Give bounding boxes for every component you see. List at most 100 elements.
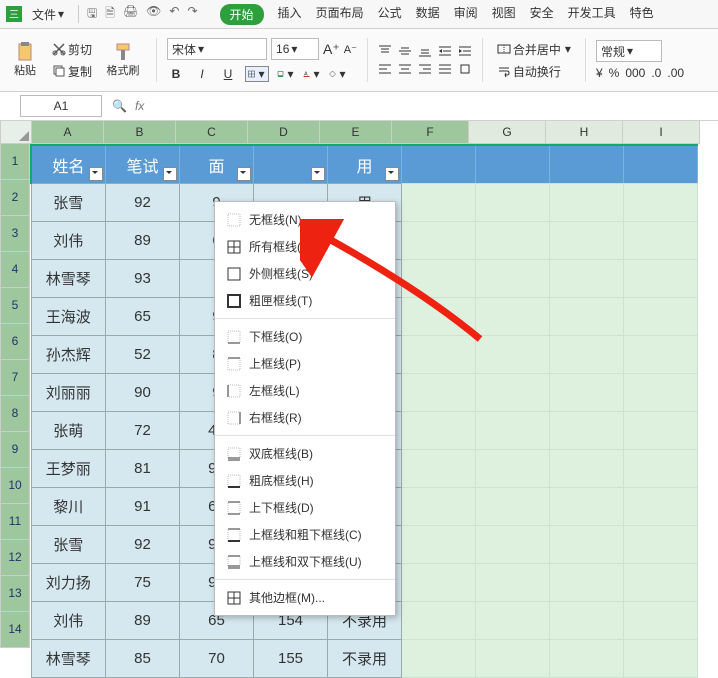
table-header[interactable]: 姓名 bbox=[31, 145, 106, 184]
menu-top-bottom[interactable]: 上下框线(D) bbox=[215, 494, 395, 521]
tab-review[interactable]: 审阅 bbox=[454, 4, 478, 25]
cell[interactable] bbox=[550, 450, 624, 488]
search-icon[interactable]: 🔍 bbox=[112, 99, 127, 113]
cell-style-button[interactable]: ▾ bbox=[329, 67, 347, 81]
justify-button[interactable] bbox=[438, 62, 452, 76]
row-header-6[interactable]: 6 bbox=[0, 324, 30, 360]
align-middle-button[interactable] bbox=[398, 44, 412, 58]
cut-button[interactable]: 剪切 bbox=[48, 39, 96, 59]
undo-icon[interactable]: ↶ bbox=[169, 4, 179, 25]
comma-button[interactable]: 000 bbox=[625, 66, 645, 80]
cell[interactable] bbox=[402, 564, 476, 602]
cell[interactable]: 刘伟 bbox=[31, 222, 106, 260]
col-header-A[interactable]: A bbox=[32, 121, 104, 144]
tab-security[interactable]: 安全 bbox=[530, 4, 554, 25]
cell[interactable] bbox=[550, 564, 624, 602]
col-header-C[interactable]: C bbox=[176, 121, 248, 144]
align-top-button[interactable] bbox=[378, 44, 392, 58]
cell[interactable]: 刘丽丽 bbox=[31, 374, 106, 412]
filter-arrow-icon[interactable] bbox=[311, 167, 325, 181]
name-box[interactable]: A1 bbox=[20, 95, 102, 117]
cell[interactable] bbox=[624, 145, 698, 184]
cell[interactable] bbox=[402, 488, 476, 526]
save-icon[interactable]: 🖫 bbox=[87, 4, 97, 25]
tab-dev[interactable]: 开发工具 bbox=[568, 4, 616, 25]
cell[interactable]: 81 bbox=[106, 450, 180, 488]
cell[interactable] bbox=[402, 412, 476, 450]
align-center-button[interactable] bbox=[398, 62, 412, 76]
tab-special[interactable]: 特色 bbox=[630, 4, 654, 25]
cell[interactable] bbox=[550, 298, 624, 336]
row-header-5[interactable]: 5 bbox=[0, 288, 30, 324]
inc-decimal-button[interactable]: .0 bbox=[651, 66, 661, 80]
font-size-combo[interactable]: 16▾ bbox=[271, 38, 319, 60]
cell[interactable]: 刘力扬 bbox=[31, 564, 106, 602]
row-header-3[interactable]: 3 bbox=[0, 216, 30, 252]
menu-top-border[interactable]: 上框线(P) bbox=[215, 350, 395, 377]
cell[interactable] bbox=[624, 564, 698, 602]
cell[interactable]: 93 bbox=[106, 260, 180, 298]
cell[interactable]: 张雪 bbox=[31, 184, 106, 222]
col-header-F[interactable]: F bbox=[392, 121, 469, 144]
cell[interactable]: 92 bbox=[106, 526, 180, 564]
borders-button[interactable]: ▾ bbox=[245, 66, 269, 82]
row-header-12[interactable]: 12 bbox=[0, 540, 30, 576]
wrap-text-button[interactable]: 自动换行 bbox=[493, 61, 575, 81]
cell[interactable] bbox=[624, 602, 698, 640]
row-header-11[interactable]: 11 bbox=[0, 504, 30, 540]
cell[interactable] bbox=[476, 336, 550, 374]
grow-font-button[interactable]: A⁺ bbox=[323, 41, 340, 58]
select-all-corner[interactable] bbox=[0, 121, 32, 144]
cell[interactable] bbox=[624, 298, 698, 336]
cell[interactable] bbox=[402, 260, 476, 298]
cell[interactable] bbox=[402, 450, 476, 488]
col-header-H[interactable]: H bbox=[546, 121, 623, 144]
cell[interactable] bbox=[624, 184, 698, 222]
cell[interactable]: 不录用 bbox=[328, 640, 402, 678]
cell[interactable]: 92 bbox=[106, 184, 180, 222]
cell[interactable] bbox=[476, 488, 550, 526]
tab-formula[interactable]: 公式 bbox=[378, 4, 402, 25]
cell[interactable] bbox=[550, 336, 624, 374]
cell[interactable]: 75 bbox=[106, 564, 180, 602]
filter-arrow-icon[interactable] bbox=[385, 167, 399, 181]
menu-thick-bottom[interactable]: 粗底框线(H) bbox=[215, 467, 395, 494]
menu-left-border[interactable]: 左框线(L) bbox=[215, 377, 395, 404]
fx-icon[interactable]: fx bbox=[135, 99, 144, 113]
filter-arrow-icon[interactable] bbox=[163, 167, 177, 181]
cell[interactable] bbox=[476, 260, 550, 298]
row-header-7[interactable]: 7 bbox=[0, 360, 30, 396]
menu-top-thick-bottom[interactable]: 上框线和粗下框线(C) bbox=[215, 521, 395, 548]
cell[interactable] bbox=[476, 374, 550, 412]
row-header-1[interactable]: 1 bbox=[0, 144, 30, 180]
cell[interactable]: 155 bbox=[254, 640, 328, 678]
cell[interactable] bbox=[402, 336, 476, 374]
tab-home[interactable]: 开始 bbox=[220, 4, 264, 25]
cell[interactable]: 89 bbox=[106, 602, 180, 640]
cell[interactable] bbox=[550, 640, 624, 678]
tab-view[interactable]: 视图 bbox=[492, 4, 516, 25]
cell[interactable] bbox=[624, 336, 698, 374]
menu-thick-box[interactable]: 粗匣框线(T) bbox=[215, 287, 395, 314]
cell[interactable] bbox=[476, 222, 550, 260]
currency-button[interactable]: ¥ bbox=[596, 66, 603, 80]
menu-bottom-border[interactable]: 下框线(O) bbox=[215, 323, 395, 350]
align-bottom-button[interactable] bbox=[418, 44, 432, 58]
col-header-E[interactable]: E bbox=[320, 121, 392, 144]
cell[interactable]: 张萌 bbox=[31, 412, 106, 450]
cell[interactable] bbox=[402, 145, 476, 184]
bold-button[interactable]: B bbox=[167, 67, 185, 81]
format-painter-button[interactable]: 格式刷 bbox=[100, 36, 146, 84]
cell[interactable] bbox=[402, 222, 476, 260]
menu-no-border[interactable]: 无框线(N) bbox=[215, 206, 395, 233]
cell[interactable] bbox=[476, 640, 550, 678]
fill-color-button[interactable]: ▾ bbox=[277, 67, 295, 81]
cell[interactable] bbox=[402, 526, 476, 564]
cell[interactable]: 72 bbox=[106, 412, 180, 450]
menu-more-borders[interactable]: 其他边框(M)... bbox=[215, 584, 395, 611]
table-header[interactable]: 面 bbox=[180, 145, 254, 184]
menu-right-border[interactable]: 右框线(R) bbox=[215, 404, 395, 431]
cell[interactable] bbox=[476, 450, 550, 488]
row-header-2[interactable]: 2 bbox=[0, 180, 30, 216]
cell[interactable]: 林雪琴 bbox=[31, 640, 106, 678]
